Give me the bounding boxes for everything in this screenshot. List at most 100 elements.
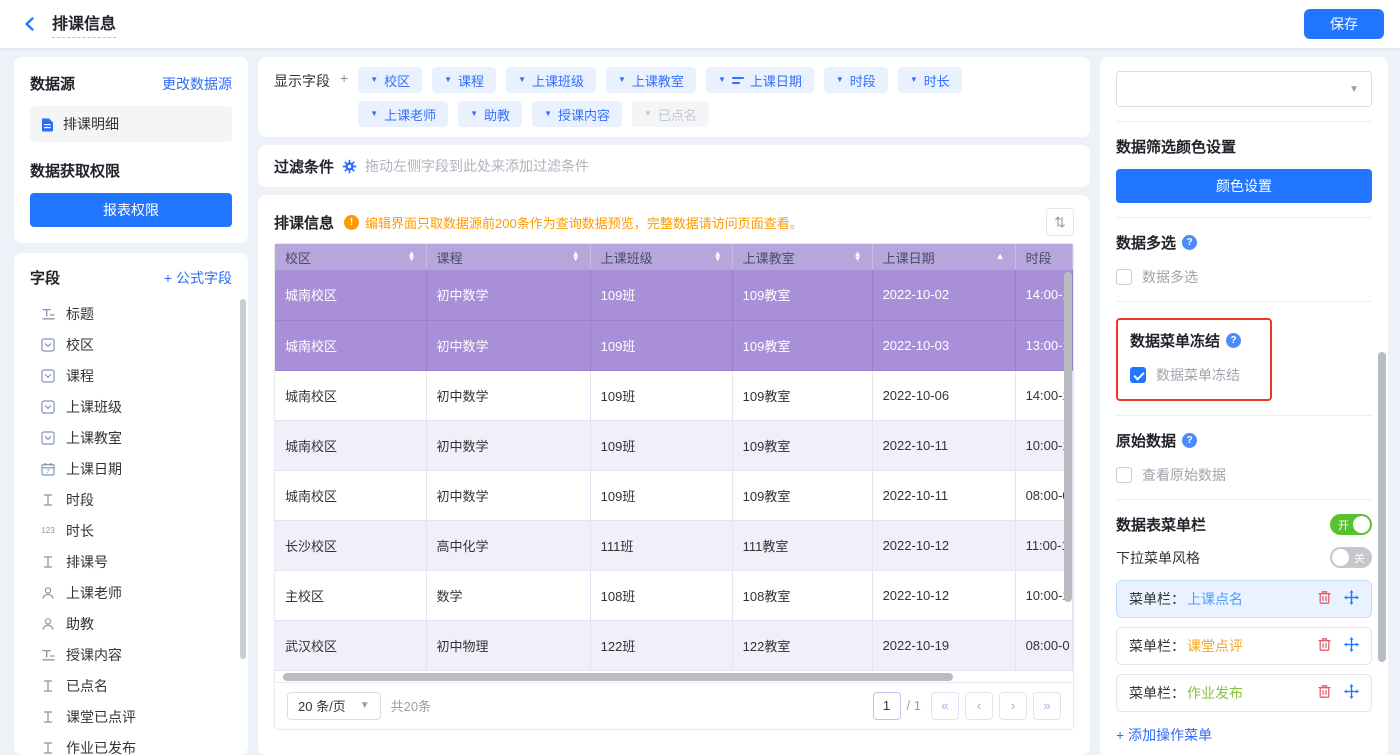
page-title: 排课信息 [52,10,116,38]
menubar-item-课堂点评[interactable]: 菜单栏：课堂点评 [1116,627,1372,665]
filter-label: 过滤条件 [274,156,334,177]
move-menu-button[interactable] [1344,590,1359,608]
table-card: 排课信息 ! 编辑界面只取数据源前200条作为查询数据预览，完整数据请访问页面查… [258,195,1090,755]
move-menu-button[interactable] [1344,637,1359,655]
page-input[interactable] [873,692,901,720]
last-page-button[interactable]: » [1033,692,1061,720]
report-permission-button[interactable]: 报表权限 [30,193,232,227]
move-menu-button[interactable] [1344,684,1359,702]
style-select[interactable]: ▼ [1116,71,1372,107]
table-warning: ! 编辑界面只取数据源前200条作为查询数据预览，完整数据请访问页面查看。 [344,213,803,232]
display-field-chip-上课日期[interactable]: ▼上课日期 [706,67,814,93]
column-header-校区[interactable]: 校区▲▼ [275,244,426,270]
column-header-上课教室[interactable]: 上课教室▲▼ [732,244,872,270]
content: 数据源 更改数据源 排课明细 数据获取权限 报表权限 字段 + 公式字段 标题校… [0,48,1400,755]
person-icon [40,585,56,601]
display-field-chip-助教[interactable]: ▼ 助教 [458,101,522,127]
panel-scrollbar[interactable] [1378,352,1386,662]
field-item-标题[interactable]: 标题 [30,298,232,329]
display-field-chip-上课教室[interactable]: ▼上课教室 [606,67,696,93]
field-item-校区[interactable]: 校区 [30,329,232,360]
table-row[interactable]: 武汉校区初中物理122班122教室2022-10-1908:00-0 [275,620,1073,670]
table-vertical-scrollbar[interactable] [1064,272,1072,602]
add-display-field-button[interactable]: + [340,67,348,127]
help-icon[interactable]: ? [1182,433,1197,448]
column-header-上课日期[interactable]: 上课日期▲ [872,244,1015,270]
field-item-课程[interactable]: 课程 [30,360,232,391]
prev-page-button[interactable]: ‹ [965,692,993,720]
table-sort-order-button[interactable]: ⇅ [1046,208,1074,236]
menu-freeze-checkbox-row[interactable]: 数据菜单冻结 [1130,365,1258,385]
datasource-item[interactable]: 排课明细 [30,106,232,142]
field-item-已点名[interactable]: 已点名 [30,670,232,701]
help-icon[interactable]: ? [1226,333,1241,348]
field-item-排课号[interactable]: 排课号 [30,546,232,577]
add-formula-field-link[interactable]: + 公式字段 [164,268,232,288]
column-header-上课班级[interactable]: 上课班级▲▼ [590,244,732,270]
table-row[interactable]: 城南校区初中数学109班109教室2022-10-0614:00-1 [275,370,1073,420]
field-item-助教[interactable]: 助教 [30,608,232,639]
display-field-chip-上课老师[interactable]: ▼上课老师 [358,101,448,127]
multi-select-checkbox-row[interactable]: 数据多选 [1116,267,1372,287]
next-page-button[interactable]: › [999,692,1027,720]
table-row[interactable]: 长沙校区高中化学111班111教室2022-10-1211:00-1 [275,520,1073,570]
display-field-chip-时段[interactable]: ▼时段 [824,67,888,93]
sort-both-icon: ▲▼ [854,252,862,262]
field-item-上课教室[interactable]: 上课教室 [30,422,232,453]
field-item-时段[interactable]: 时段 [30,484,232,515]
table-row[interactable]: 城南校区初中数学109班109教室2022-10-0313:00-1 [275,320,1073,370]
delete-menu-button[interactable] [1317,590,1332,608]
display-field-chip-上课班级[interactable]: ▼上课班级 [506,67,596,93]
field-item-上课老师[interactable]: 上课老师 [30,577,232,608]
menubar-item-作业发布[interactable]: 菜单栏：作业发布 [1116,674,1372,712]
gear-icon[interactable] [342,159,357,174]
field-item-作业已发布[interactable]: 作业已发布 [30,732,232,755]
table-row[interactable]: 城南校区初中数学109班109教室2022-10-1108:00-0 [275,470,1073,520]
field-item-时长[interactable]: 123时长 [30,515,232,546]
field-item-上课日期[interactable]: 7上课日期 [30,453,232,484]
page-size-select[interactable]: 20 条/页 ▼ [287,692,381,720]
fields-scrollbar[interactable] [240,299,246,659]
raw-data-checkbox[interactable] [1116,467,1132,483]
delete-menu-button[interactable] [1317,684,1332,702]
table-box: 校区▲▼课程▲▼上课班级▲▼上课教室▲▼上课日期▲时段 城南校区初中数学109班… [274,243,1074,730]
trash-icon [1317,684,1332,702]
raw-data-checkbox-row[interactable]: 查看原始数据 [1116,465,1372,485]
field-label: 课堂已点评 [66,707,136,727]
multi-select-checkbox[interactable] [1116,269,1132,285]
column-header-时段[interactable]: 时段 [1015,244,1072,270]
display-field-chip-授课内容[interactable]: ▼授课内容 [532,101,622,127]
menu-freeze-checkbox[interactable] [1130,367,1146,383]
table-cell: 武汉校区 [275,620,426,670]
change-datasource-link[interactable]: 更改数据源 [162,74,232,94]
display-field-chip-校区[interactable]: ▼校区 [358,67,422,93]
add-action-menu-link[interactable]: + 添加操作菜单 [1116,725,1212,745]
delete-menu-button[interactable] [1317,637,1332,655]
menubar-item-prefix: 菜单栏： [1129,636,1185,656]
column-header-课程[interactable]: 课程▲▼ [426,244,590,270]
table-row[interactable]: 城南校区初中数学109班109教室2022-10-1110:00-1 [275,420,1073,470]
display-field-chip-已点名[interactable]: ▼已点名 [632,101,709,127]
left-sidebar: 数据源 更改数据源 排课明细 数据获取权限 报表权限 字段 + 公式字段 标题校… [14,57,248,755]
table-cell: 109班 [590,320,732,370]
dropdown-style-toggle[interactable]: 关 [1330,547,1372,568]
table-row[interactable]: 主校区数学108班108教室2022-10-1210:00-1 [275,570,1073,620]
field-item-课堂已点评[interactable]: 课堂已点评 [30,701,232,732]
table-horizontal-scrollbar[interactable] [283,673,953,681]
back-button[interactable] [16,10,44,38]
table-menubar-toggle[interactable]: 开 [1330,514,1372,535]
field-item-上课班级[interactable]: 上课班级 [30,391,232,422]
chip-label: 助教 [484,105,510,124]
color-settings-button[interactable]: 颜色设置 [1116,169,1372,203]
help-icon[interactable]: ? [1182,235,1197,250]
table-cell: 2022-10-12 [872,570,1015,620]
table-row[interactable]: 城南校区初中数学109班109教室2022-10-0214:00-1 [275,270,1073,320]
save-button[interactable]: 保存 [1304,9,1384,39]
chevron-down-icon: ▼ [470,110,478,118]
display-field-chip-时长[interactable]: ▼时长 [898,67,962,93]
first-page-button[interactable]: « [931,692,959,720]
display-field-chip-课程[interactable]: ▼课程 [432,67,496,93]
menubar-item-上课点名[interactable]: 菜单栏：上课点名 [1116,580,1372,618]
field-item-授课内容[interactable]: 授课内容 [30,639,232,670]
menu-freeze-title: 数据菜单冻结 [1130,330,1220,351]
